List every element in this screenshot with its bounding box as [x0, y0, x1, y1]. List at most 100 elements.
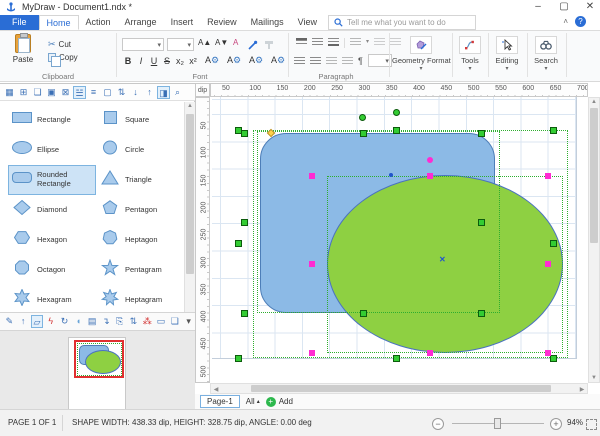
shape-item-pentagon[interactable]: Pentagon	[96, 195, 184, 225]
shape-item-rectangle[interactable]: Rectangle	[8, 105, 96, 135]
list-view-icon[interactable]: ☱	[73, 86, 86, 99]
maximize-button[interactable]: ▢	[553, 0, 575, 14]
tab-action[interactable]: Action	[79, 15, 118, 30]
copy-button[interactable]: Copy	[48, 53, 78, 62]
format-painter-icon[interactable]	[264, 37, 274, 55]
green-selection-handle[interactable]	[360, 130, 367, 137]
refresh-loop-icon[interactable]: ↻	[58, 315, 71, 328]
preview-viewport-rect[interactable]	[74, 340, 124, 378]
shape-item-pentagram[interactable]: Pentagram	[96, 255, 184, 285]
search-button[interactable]: Search ▾	[529, 36, 563, 72]
shape-item-square[interactable]: Square	[96, 105, 184, 135]
shape-item-heptagon[interactable]: Heptagon	[96, 225, 184, 255]
magenta-selection-handle[interactable]	[427, 350, 433, 356]
move-arrow-icon[interactable]: ↑	[17, 315, 30, 328]
font-size-combo[interactable]: ▾	[167, 38, 194, 51]
org-chart-icon[interactable]: ⁂	[141, 315, 154, 328]
sort-ascending-icon[interactable]: ↓	[129, 86, 142, 99]
eyedropper-icon[interactable]	[248, 37, 258, 55]
highlight-settings-button[interactable]: A⚙	[249, 55, 263, 66]
magenta-selection-handle[interactable]	[545, 261, 551, 267]
edit-pencil-icon[interactable]: ✎	[3, 315, 16, 328]
cut-button[interactable]: ✂ Cut	[48, 39, 71, 50]
grow-font-button[interactable]: A▲	[198, 38, 211, 47]
magenta-selection-handle[interactable]	[427, 173, 433, 179]
close-button[interactable]: ✕	[579, 0, 600, 14]
font-format-s[interactable]: S	[161, 56, 173, 66]
tab-insert[interactable]: Insert	[164, 15, 201, 30]
green-selection-handle[interactable]	[393, 127, 400, 134]
font-format-x[interactable]: x²	[187, 56, 199, 66]
align-justify-icon[interactable]	[342, 57, 353, 65]
page-tab-page1[interactable]: Page-1	[200, 395, 240, 408]
scroll-right-icon[interactable]: ▶	[579, 386, 585, 393]
magenta-selection-handle[interactable]	[545, 173, 551, 179]
tab-arrange[interactable]: Arrange	[118, 15, 164, 30]
shrink-font-button[interactable]: A▼	[215, 38, 228, 47]
green-selection-handle[interactable]	[360, 310, 367, 317]
tab-home[interactable]: Home	[39, 15, 79, 30]
font-format-b[interactable]: B	[122, 56, 134, 66]
paste-button[interactable]: Paste	[6, 34, 40, 72]
shape-fill-settings-button[interactable]: A⚙	[271, 55, 285, 66]
pilcrow-button[interactable]: ¶	[358, 56, 363, 66]
align-left-icon[interactable]	[294, 57, 305, 65]
green-selection-handle[interactable]	[241, 310, 248, 317]
delete-shape-icon[interactable]: ⊠	[59, 86, 72, 99]
font-format-i[interactable]: I	[135, 56, 147, 66]
green-rotation-handle[interactable]	[393, 109, 400, 116]
magenta-rotation-handle[interactable]	[427, 157, 433, 163]
magenta-selection-handle[interactable]	[309, 173, 315, 179]
page-export-icon[interactable]: ⎘	[113, 315, 126, 328]
fit-page-icon[interactable]	[586, 419, 597, 430]
bullet-list-icon[interactable]	[350, 38, 361, 46]
text-fill-settings-button[interactable]: A⚙	[227, 55, 241, 66]
geometry-format-button[interactable]: Geometry Format ▾	[392, 36, 450, 72]
align-center-icon[interactable]	[310, 57, 321, 65]
scroll-left-icon[interactable]: ◀	[213, 386, 219, 393]
font-format-u[interactable]: U	[148, 56, 160, 66]
magenta-selection-handle[interactable]	[309, 350, 315, 356]
help-icon[interactable]: ?	[575, 16, 586, 27]
green-selection-handle[interactable]	[241, 219, 248, 226]
font-color-settings-button[interactable]: A⚙	[205, 55, 219, 66]
all-pages-dropdown[interactable]: All ▴	[246, 397, 260, 406]
green-selection-handle[interactable]	[550, 127, 557, 134]
zoom-in-button[interactable]: +	[550, 418, 562, 430]
editing-button[interactable]: Editing ▾	[490, 36, 524, 72]
align-middle-icon[interactable]	[312, 38, 323, 46]
scroll-down-icon[interactable]: ▼	[589, 375, 599, 381]
shape-item-diamond[interactable]: Diamond	[8, 195, 96, 225]
scrollbar-thumb[interactable]	[251, 385, 551, 392]
open-library-icon[interactable]: ❏	[31, 86, 44, 99]
green-selection-handle[interactable]	[478, 219, 485, 226]
green-selection-handle[interactable]	[235, 355, 242, 362]
shape-item-heptagram[interactable]: Heptagram	[96, 285, 184, 315]
align-top-icon[interactable]	[296, 38, 307, 46]
shape-item-triangle[interactable]: Triangle	[96, 165, 184, 195]
shape-item-hexagon[interactable]: Hexagon	[8, 225, 96, 255]
zoom-slider-thumb[interactable]	[494, 418, 501, 429]
detail-view-icon[interactable]: ≡	[87, 86, 100, 99]
sort-custom-icon[interactable]: ⇅	[115, 86, 128, 99]
green-selection-handle[interactable]	[550, 240, 557, 247]
comment-bubble-icon[interactable]: ◖	[72, 315, 85, 328]
font-family-combo[interactable]: ▾	[122, 38, 164, 51]
shape-item-circle[interactable]: Circle	[96, 135, 184, 165]
collapse-ribbon-icon[interactable]: ˄	[563, 17, 568, 26]
green-selection-handle[interactable]	[235, 240, 242, 247]
green-selection-handle[interactable]	[241, 130, 248, 137]
tab-review[interactable]: Review	[200, 15, 244, 30]
decrease-indent-icon[interactable]	[374, 38, 385, 46]
scrollbar-thumb[interactable]	[590, 108, 598, 243]
tab-view[interactable]: View	[291, 15, 324, 30]
bullet-caret-icon[interactable]: ▾	[366, 38, 369, 48]
drawing-page[interactable]: ✕	[210, 97, 588, 383]
green-rotation-handle[interactable]	[359, 114, 366, 121]
magenta-selection-handle[interactable]	[309, 261, 315, 267]
search-shapes-icon[interactable]: ⌕	[171, 86, 184, 99]
new-shape-icon[interactable]: ⊞	[17, 86, 30, 99]
shapes-tool-icon[interactable]: ▱	[31, 315, 44, 328]
magenta-selection-handle[interactable]	[545, 350, 551, 356]
check-library-icon[interactable]: ▣	[45, 86, 58, 99]
